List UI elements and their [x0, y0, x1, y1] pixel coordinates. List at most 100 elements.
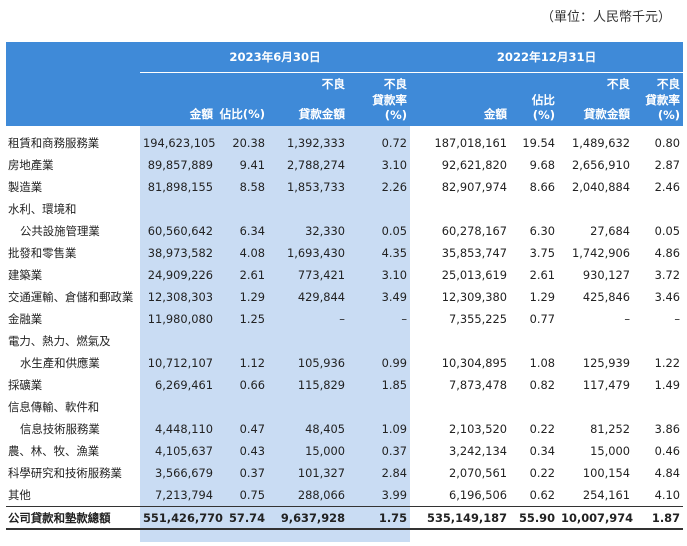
amount-2023: 60,560,642 [147, 224, 213, 238]
amount-header: 金額 [140, 92, 216, 126]
period-header-2023: 2023年6月30日 [140, 42, 411, 73]
amount-2022 [410, 198, 510, 220]
share-2023: 57.74 [216, 506, 268, 530]
npl-ratio-header-line2: 貸款率(%) [348, 92, 411, 126]
unit-note: （單位：人民幣千元） [540, 10, 671, 25]
npl-amount-2023: 1,392,333 [287, 136, 345, 150]
table-row: 農、林、牧、漁業 4,105,637 0.43 15,000 0.37 3,242,134… [6, 440, 683, 462]
share-2022: 2.61 [529, 268, 556, 282]
amount-2023: 7,213,794 [155, 488, 213, 502]
npl-ratio-2023: 3.10 [381, 268, 408, 282]
npl-ratio-2023: 4.35 [381, 246, 408, 260]
npl-amount-2023: – [339, 312, 345, 326]
npl-amount-header-line1: 不良 [268, 72, 348, 92]
npl-ratio-header-line2: 貸款率(%) [633, 92, 684, 126]
table-row: 製造業 81,898,155 8.58 1,853,733 2.26 82,907,974… [6, 176, 683, 198]
npl-amount-2022: 254,161 [582, 488, 631, 502]
share-2023 [216, 330, 268, 352]
npl-amount-2022: 1,742,906 [572, 246, 631, 260]
npl-amount-2023: 32,330 [305, 224, 345, 238]
total-row: 公司貸款和墊款總額 551,426,770 57.74 9,637,928 1.75 53… [6, 506, 684, 530]
npl-amount-2023: 105,936 [297, 356, 345, 370]
npl-ratio-2022: 1.49 [654, 378, 681, 392]
npl-amount-2023: 15,000 [305, 444, 345, 458]
share-2023: 2.61 [239, 268, 265, 282]
share-2023: 1.29 [239, 290, 265, 304]
industry-label: 租賃和商務服務業 [8, 136, 100, 150]
amount-2023: 194,623,105 [143, 136, 216, 150]
npl-amount-2022: 81,252 [590, 422, 631, 436]
npl-amount-2022: 15,000 [590, 444, 631, 458]
period-header-2022: 2022年12月31日 [410, 42, 684, 73]
table-row: 建築業 24,909,226 2.61 773,421 3.10 25,013,619 2.… [6, 264, 683, 286]
npl-amount-2023: 288,066 [297, 488, 345, 502]
table-row: 租賃和商務服務業 194,623,105 20.38 1,392,333 0.72 187… [6, 126, 683, 154]
npl-ratio-2022: 4.86 [654, 246, 681, 260]
amount-2022: 82,907,974 [441, 180, 508, 194]
npl-ratio-2022: 3.46 [654, 290, 681, 304]
share-2023: 6.34 [239, 224, 265, 238]
npl-amount-2022: 2,656,910 [572, 158, 631, 172]
npl-ratio-2022: 3.86 [654, 422, 681, 436]
share-2023: 0.75 [239, 488, 265, 502]
industry-label: 其他 [8, 488, 31, 502]
npl-ratio-2023: – [401, 312, 408, 326]
header-blank [6, 42, 140, 73]
share-2023 [216, 198, 268, 220]
share-2023: 0.47 [239, 422, 265, 436]
amount-2023: 89,857,889 [147, 158, 213, 172]
npl-ratio-2023: 2.84 [381, 466, 408, 480]
amount-2022 [410, 330, 510, 352]
amount-2023: 551,426,770 [140, 506, 223, 530]
npl-amount-2022: 930,127 [582, 268, 631, 282]
table-row: 電力、熱力、燃氣及 [6, 330, 683, 352]
amount-2022 [410, 396, 510, 418]
industry-label: 水生產和供應業 [20, 356, 100, 370]
npl-amount-2022: 100,154 [582, 466, 631, 480]
amount-2022: 12,309,380 [441, 290, 508, 304]
npl-ratio-2022 [633, 330, 683, 352]
npl-amount-2023: 1,853,733 [287, 180, 345, 194]
share-2023 [216, 396, 268, 418]
share-2022 [510, 330, 558, 352]
npl-ratio-2022: 2.87 [654, 158, 681, 172]
industry-label: 科學研究和技術服務業 [8, 466, 122, 480]
table-row: 信息技術服務業 4,448,110 0.47 48,405 1.09 2,103,520 0… [6, 418, 683, 440]
npl-amount-header-line2: 貸款金額 [268, 92, 348, 126]
industry-label: 水利、環境和 [8, 202, 77, 216]
amount-2022: 25,013,619 [441, 268, 508, 282]
amount-2023: 81,898,155 [147, 180, 213, 194]
amount-2022: 7,355,225 [449, 312, 508, 326]
amount-header: 金額 [410, 92, 511, 126]
table-row: 水生產和供應業 10,712,107 1.12 105,936 0.99 10,304,8… [6, 352, 683, 374]
industry-label: 採礦業 [8, 378, 43, 392]
share-2022: 0.22 [529, 422, 556, 436]
industry-label: 製造業 [8, 180, 43, 194]
share-2022 [510, 396, 558, 418]
npl-ratio-2022: 1.22 [654, 356, 681, 370]
amount-2022: 92,621,820 [441, 158, 508, 172]
npl-amount-2023: 1,693,430 [287, 246, 345, 260]
npl-ratio-2022: 0.80 [654, 136, 681, 150]
amount-2022: 7,873,478 [449, 378, 508, 392]
table-row: 水利、環境和 [6, 198, 683, 220]
table-row: 信息傳輸、軟件和 [6, 396, 683, 418]
amount-2022: 535,149,187 [410, 506, 511, 530]
npl-amount-2022 [558, 396, 633, 418]
amount-2023: 10,712,107 [147, 356, 213, 370]
industry-label: 公共設施管理業 [20, 224, 100, 238]
share-2023: 8.58 [239, 180, 265, 194]
npl-ratio-2022: 4.10 [654, 488, 681, 502]
industry-label: 交通運輸、倉儲和郵政業 [8, 290, 134, 304]
amount-2022: 10,304,895 [441, 356, 508, 370]
npl-amount-2022: 1,489,632 [572, 136, 631, 150]
npl-ratio-2023: 3.49 [381, 290, 408, 304]
npl-amount-2022 [558, 198, 633, 220]
industry-label: 信息技術服務業 [20, 422, 100, 436]
share-2023: 0.66 [239, 378, 265, 392]
share-2022: 0.82 [529, 378, 556, 392]
amount-2022: 35,853,747 [441, 246, 508, 260]
npl-ratio-2023 [348, 198, 410, 220]
amount-2022: 2,103,520 [449, 422, 508, 436]
table-row: 其他 7,213,794 0.75 288,066 3.99 6,196,506 0.62 2… [6, 484, 683, 507]
